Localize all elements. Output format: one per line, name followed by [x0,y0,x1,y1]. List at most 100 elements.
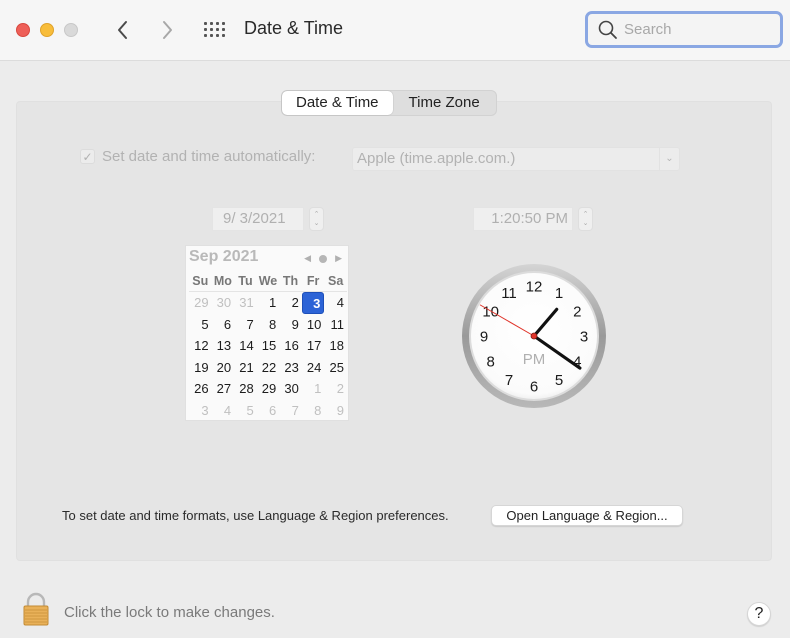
show-all-button[interactable] [204,20,226,40]
calendar-day[interactable]: 18 [324,335,347,357]
back-button[interactable] [112,16,134,44]
clock-numeral: 10 [482,304,499,321]
calendar-week-row: 29 30 31 1 2 3 4 [189,292,347,314]
calendar-day[interactable]: 4 [324,292,347,314]
stepper-up-icon[interactable]: ⌃ [583,210,589,219]
help-button[interactable]: ? [747,602,771,626]
chevron-down-icon: ⌄ [659,148,679,170]
open-language-region-button[interactable]: Open Language & Region... [491,505,683,526]
calendar-day[interactable]: 26 [189,378,212,400]
search-field[interactable] [585,11,783,48]
calendar-grid: Su Mo Tu We Th Fr Sa 29 30 31 1 2 3 4 5 6 7 8 9 10 11 12 13 14 1… [189,272,347,422]
stepper-down-icon[interactable]: ⌄ [314,219,320,228]
calendar-day[interactable]: 5 [189,314,212,336]
calendar-day[interactable]: 1 [302,378,325,400]
calendar-day[interactable]: 29 [257,378,280,400]
grid-dot [216,28,219,31]
calendar-day[interactable]: 3 [189,400,212,422]
today-icon[interactable] [319,254,328,263]
grid-dot [210,34,213,37]
calendar-week-row: 12 13 14 15 16 17 18 [189,335,347,357]
grid-dot [222,22,225,25]
search-icon [598,20,617,39]
auto-set-row: ✓ Set date and time automatically: [80,148,315,165]
calendar-day[interactable]: 10 [302,314,325,336]
calendar-day[interactable]: 28 [234,378,257,400]
calendar-week-row: 26 27 28 29 30 1 2 [189,378,347,400]
calendar-week-row: 3456789 [189,400,347,422]
calendar-day-selected[interactable]: 3 [301,292,325,314]
minimize-window-button[interactable] [40,23,54,37]
calendar-nav: ◀ ▶ [304,253,342,264]
calendar-day[interactable]: 2 [324,378,347,400]
calendar-day[interactable]: 8 [257,314,280,336]
weekday-label: Fr [306,274,320,288]
calendar-day[interactable]: 29 [189,292,212,314]
clock-numeral: 9 [480,329,488,346]
calendar-day[interactable]: 2 [279,292,302,314]
clock-numeral: 11 [501,285,517,302]
clock-numeral: 6 [530,379,538,396]
zoom-window-button[interactable] [64,23,78,37]
time-field[interactable]: 1:20:50 PM [473,207,573,231]
auto-set-checkbox[interactable]: ✓ [80,149,95,164]
chevron-left-icon [118,21,127,39]
calendar-day[interactable]: 24 [302,357,325,379]
calendar-day[interactable]: 30 [279,378,302,400]
calendar-day[interactable]: 1 [257,292,280,314]
calendar-day[interactable]: 21 [234,357,257,379]
calendar-day[interactable]: 19 [189,357,212,379]
calendar-day[interactable]: 6 [212,314,235,336]
formats-hint: To set date and time formats, use Langua… [62,508,449,523]
calendar-day[interactable]: 7 [234,314,257,336]
grid-dot [216,34,219,37]
date-field[interactable]: 9/ 3/2021 [212,207,304,231]
time-stepper[interactable]: ⌃ ⌄ [578,207,593,231]
stepper-up-icon[interactable]: ⌃ [314,210,320,219]
calendar-day[interactable]: 14 [234,335,257,357]
checkmark-icon: ✓ [82,149,93,164]
time-server-select[interactable]: Apple (time.apple.com.) ⌄ [352,147,680,171]
calendar-day[interactable]: 25 [324,357,347,379]
calendar-day[interactable]: 27 [212,378,235,400]
forward-button[interactable] [156,16,178,44]
calendar-day[interactable]: 16 [279,335,302,357]
calendar-day[interactable]: 9 [324,400,347,422]
weekday-label: Su [192,274,209,288]
calendar-month-label: Sep 2021 [189,248,259,265]
calendar-day[interactable]: 17 [302,335,325,357]
calendar-day[interactable]: 31 [234,292,257,314]
search-input[interactable] [624,21,774,38]
next-month-icon[interactable]: ▶ [335,253,342,264]
lock-button[interactable] [22,592,50,626]
calendar-day[interactable]: 4 [212,400,235,422]
calendar-day[interactable]: 5 [234,400,257,422]
grid-dot [204,22,207,25]
calendar-week-row: 19 20 21 22 23 24 25 [189,357,347,379]
calendar-day[interactable]: 11 [324,314,347,336]
close-window-button[interactable] [16,23,30,37]
calendar-day[interactable]: 7 [279,400,302,422]
calendar-day[interactable]: 12 [189,335,212,357]
calendar-day[interactable]: 20 [212,357,235,379]
calendar-day[interactable]: 23 [279,357,302,379]
tab-bar: Date & Time Time Zone [281,90,497,116]
date-stepper[interactable]: ⌃ ⌄ [309,207,324,231]
calendar-day[interactable]: 13 [212,335,235,357]
chevron-right-icon [163,21,172,39]
calendar-day[interactable]: 8 [302,400,325,422]
grid-dot [204,28,207,31]
previous-month-icon[interactable]: ◀ [304,253,311,264]
weekday-header-row: Su Mo Tu We Th Fr Sa [189,272,347,292]
window-title: Date & Time [244,18,344,38]
time-server-value: Apple (time.apple.com.) [357,150,516,167]
calendar-day[interactable]: 9 [279,314,302,336]
tab-date-time[interactable]: Date & Time [282,91,393,115]
tab-time-zone[interactable]: Time Zone [393,91,496,115]
calendar-day[interactable]: 15 [257,335,280,357]
calendar-day[interactable]: 30 [212,292,235,314]
calendar-day[interactable]: 6 [257,400,280,422]
stepper-down-icon[interactable]: ⌄ [583,219,589,228]
grid-dot [216,22,219,25]
calendar-day[interactable]: 22 [257,357,280,379]
